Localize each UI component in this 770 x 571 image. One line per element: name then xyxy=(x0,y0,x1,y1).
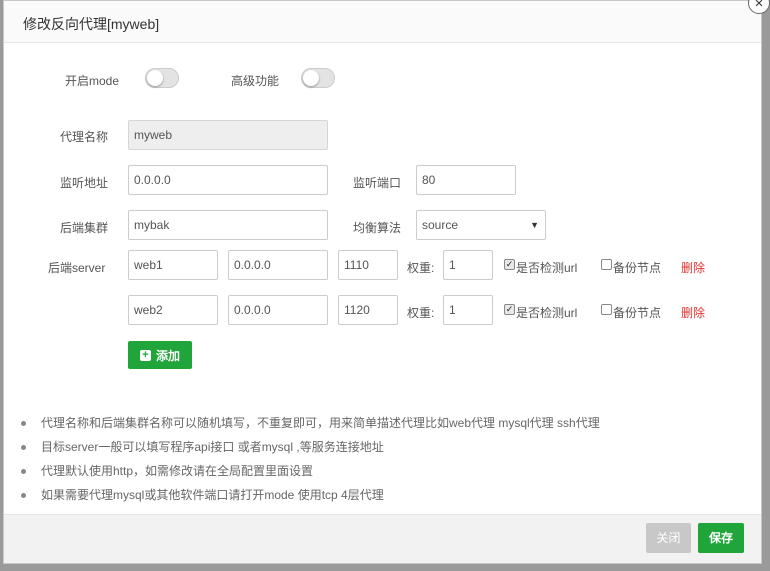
balance-algorithm-value: source xyxy=(422,218,459,232)
add-server-label: 添加 xyxy=(155,348,180,363)
save-button[interactable]: 保存 xyxy=(698,523,744,553)
delete-server-link[interactable]: 删除 xyxy=(681,304,705,321)
health-check-checkbox[interactable]: ✓ xyxy=(504,304,515,315)
close-button[interactable]: 关闭 xyxy=(646,523,691,553)
listen-port-input[interactable]: 80 xyxy=(416,165,516,195)
advanced-toggle-label: 高级功能 xyxy=(231,74,280,88)
weight-input[interactable]: 1 xyxy=(443,250,493,280)
help-note: 如果需要代理mysql或其他软件端口请打开mode 使用tcp 4层代理 xyxy=(21,483,600,507)
help-note: 目标server一般可以填写程序api接口 或者mysql ,等服务连接地址 xyxy=(21,435,600,459)
server-name-input[interactable]: web2 xyxy=(128,295,218,325)
weight-label: 权重: xyxy=(407,306,435,320)
server-port-input[interactable]: 1110 xyxy=(338,250,398,280)
backup-node-label: 备份节点 xyxy=(613,306,662,320)
balance-algorithm-label: 均衡算法 xyxy=(353,221,402,235)
dialog-footer: 关闭 保存 xyxy=(4,514,761,563)
delete-server-link[interactable]: 删除 xyxy=(681,259,705,276)
caret-down-icon: ▼ xyxy=(530,220,539,230)
server-port-input[interactable]: 1120 xyxy=(338,295,398,325)
toggle-knob xyxy=(303,70,319,86)
dialog-title-bar: 修改反向代理[myweb] xyxy=(4,1,761,43)
help-notes-list: 代理名称和后端集群名称可以随机填写，不重复即可，用来简单描述代理比如web代理 … xyxy=(21,411,600,507)
balance-algorithm-select[interactable]: source ▼ xyxy=(416,210,546,240)
listen-address-label: 监听地址 xyxy=(60,176,109,190)
server-host-input[interactable]: 0.0.0.0 xyxy=(228,295,328,325)
mode-toggle[interactable] xyxy=(145,68,179,88)
help-note: 代理名称和后端集群名称可以随机填写，不重复即可，用来简单描述代理比如web代理 … xyxy=(21,411,600,435)
weight-input[interactable]: 1 xyxy=(443,295,493,325)
mode-toggle-label: 开启mode xyxy=(65,74,120,88)
backup-node-checkbox[interactable] xyxy=(601,259,612,270)
edit-proxy-dialog: 修改反向代理[myweb] 开启mode 高级功能 代理名称 myweb 监听地… xyxy=(3,0,762,564)
proxy-name-label: 代理名称 xyxy=(60,130,109,144)
health-check-label: 是否检测url xyxy=(516,306,578,320)
help-note: 代理默认使用http，如需修改请在全局配置里面设置 xyxy=(21,459,600,483)
backend-server-label: 后端server xyxy=(48,261,106,275)
plus-icon: + xyxy=(139,349,151,361)
advanced-toggle[interactable] xyxy=(301,68,335,88)
dialog-title: 修改反向代理[myweb] xyxy=(23,16,160,32)
backend-cluster-label: 后端集群 xyxy=(60,221,109,235)
proxy-name-field: myweb xyxy=(128,120,328,150)
weight-label: 权重: xyxy=(407,261,435,275)
listen-port-label: 监听端口 xyxy=(353,176,402,190)
toggle-knob xyxy=(147,70,163,86)
server-host-input[interactable]: 0.0.0.0 xyxy=(228,250,328,280)
health-check-label: 是否检测url xyxy=(516,261,578,275)
backup-node-label: 备份节点 xyxy=(613,261,662,275)
health-check-checkbox[interactable]: ✓ xyxy=(504,259,515,270)
listen-address-input[interactable]: 0.0.0.0 xyxy=(128,165,328,195)
add-server-button[interactable]: + 添加 xyxy=(128,341,192,369)
backup-node-checkbox[interactable] xyxy=(601,304,612,315)
backend-cluster-input[interactable]: mybak xyxy=(128,210,328,240)
server-name-input[interactable]: web1 xyxy=(128,250,218,280)
